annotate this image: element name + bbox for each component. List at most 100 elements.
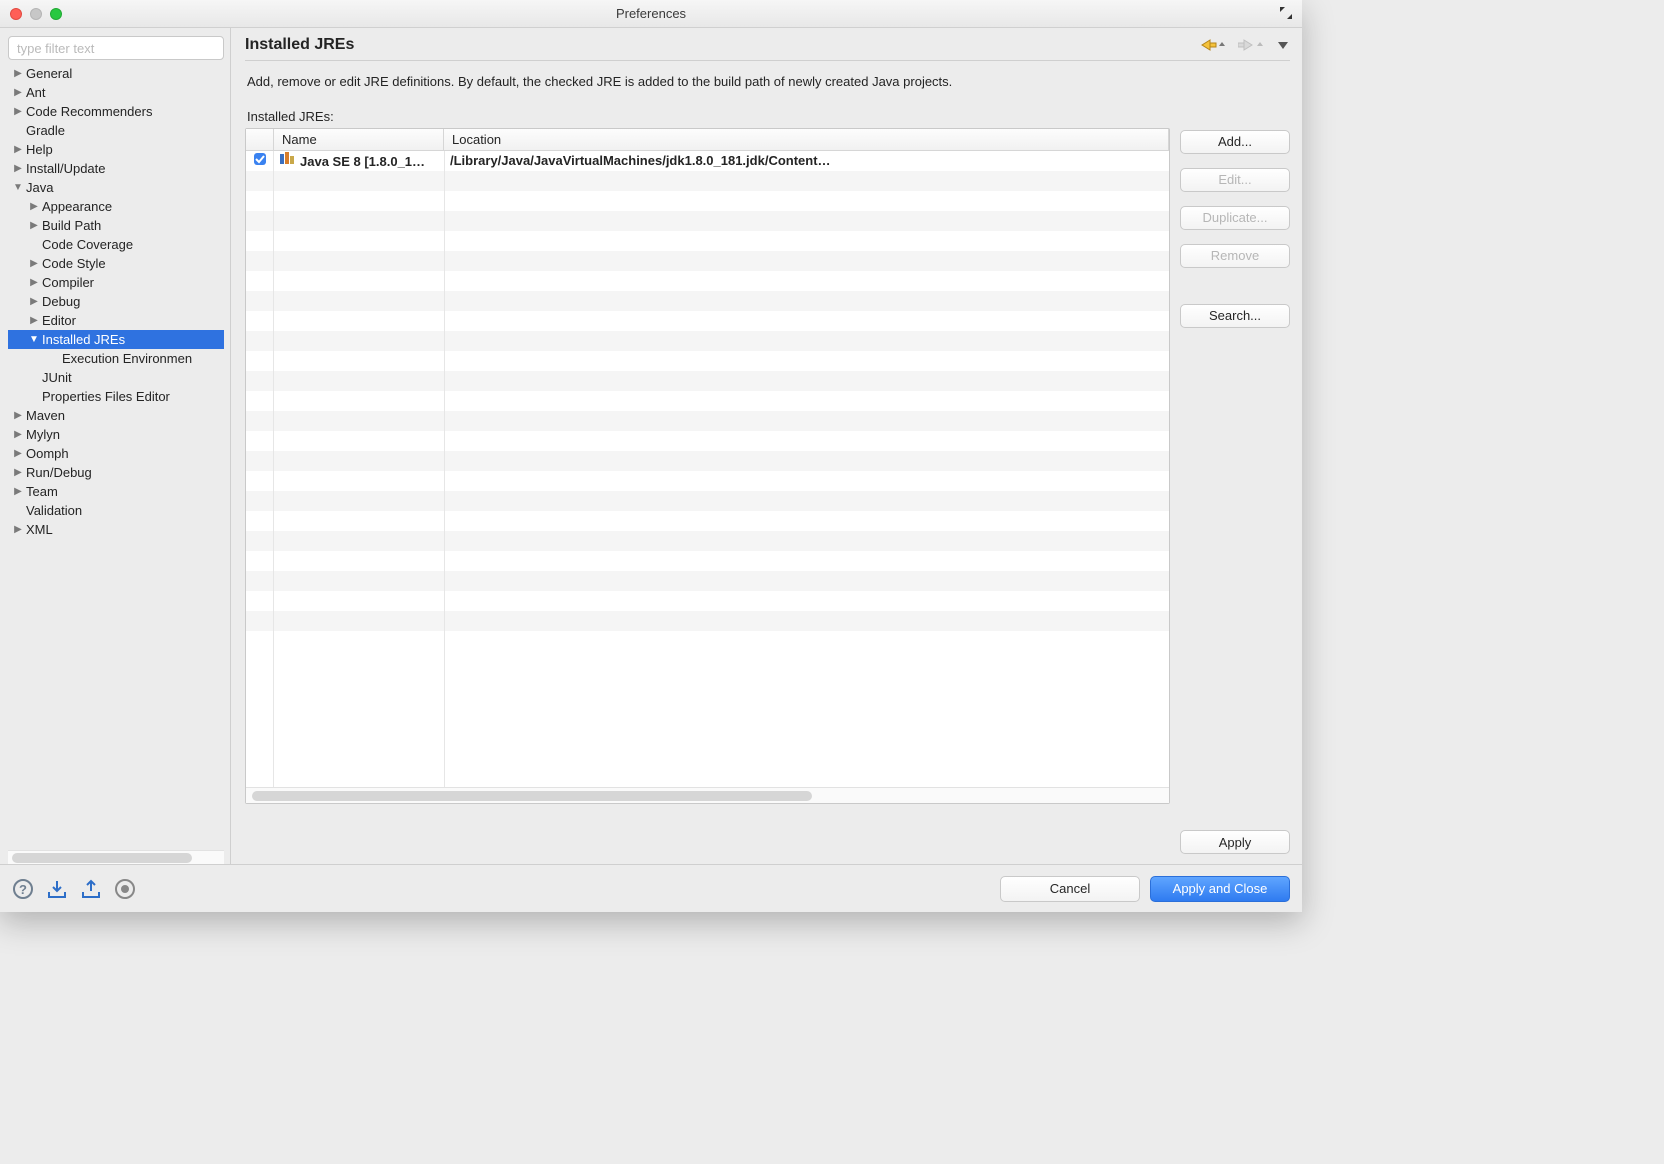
table-row xyxy=(246,611,1169,631)
tree-item-mylyn[interactable]: ▶Mylyn xyxy=(8,425,224,444)
tree-item-label: Maven xyxy=(26,406,65,425)
tree-item-run-debug[interactable]: ▶Run/Debug xyxy=(8,463,224,482)
table-row xyxy=(246,511,1169,531)
table-horizontal-scrollbar[interactable] xyxy=(246,787,1169,803)
tree-item-xml[interactable]: ▶XML xyxy=(8,520,224,539)
row-location: /Library/Java/JavaVirtualMachines/jdk1.8… xyxy=(444,153,1169,168)
row-default-checkbox[interactable] xyxy=(246,152,274,169)
tree-item-label: Code Coverage xyxy=(42,235,133,254)
table-row xyxy=(246,551,1169,571)
enter-fullscreen-icon[interactable] xyxy=(1278,5,1294,21)
sidebar-horizontal-scrollbar[interactable] xyxy=(8,850,224,864)
tree-item-oomph[interactable]: ▶Oomph xyxy=(8,444,224,463)
tree-item-build-path[interactable]: ▶Build Path xyxy=(8,216,224,235)
tree-twisty-icon[interactable]: ▶ xyxy=(12,444,24,463)
view-menu-button[interactable] xyxy=(1276,38,1290,52)
tree-twisty-icon[interactable]: ▶ xyxy=(12,64,24,83)
tree-item-label: Install/Update xyxy=(26,159,106,178)
tree-item-debug[interactable]: ▶Debug xyxy=(8,292,224,311)
table-row xyxy=(246,411,1169,431)
tree-twisty-icon[interactable]: ▶ xyxy=(28,197,40,216)
jre-icon xyxy=(280,152,296,169)
oomph-record-icon[interactable] xyxy=(114,878,136,900)
tree-twisty-icon[interactable]: ▶ xyxy=(28,292,40,311)
tree-item-label: Ant xyxy=(26,83,46,102)
table-row xyxy=(246,491,1169,511)
tree-item-junit[interactable]: JUnit xyxy=(8,368,224,387)
nav-back-button[interactable] xyxy=(1200,37,1228,53)
tree-item-label: Editor xyxy=(42,311,76,330)
tree-item-general[interactable]: ▶General xyxy=(8,64,224,83)
help-icon[interactable]: ? xyxy=(12,878,34,900)
remove-button[interactable]: Remove xyxy=(1180,244,1290,268)
column-header-check[interactable] xyxy=(246,129,274,150)
tree-twisty-icon[interactable]: ▶ xyxy=(12,463,24,482)
table-row xyxy=(246,211,1169,231)
tree-twisty-icon[interactable]: ▶ xyxy=(12,102,24,121)
tree-item-label: Help xyxy=(26,140,53,159)
table-row xyxy=(246,191,1169,211)
search-button[interactable]: Search... xyxy=(1180,304,1290,328)
table-row[interactable]: Java SE 8 [1.8.0_1…/Library/Java/JavaVir… xyxy=(246,151,1169,171)
tree-twisty-icon[interactable]: ▶ xyxy=(12,425,24,444)
table-row xyxy=(246,371,1169,391)
jre-table[interactable]: Name Location Java SE 8 [1.8.0_1…/Librar… xyxy=(245,128,1170,804)
tree-item-compiler[interactable]: ▶Compiler xyxy=(8,273,224,292)
tree-item-label: Installed JREs xyxy=(42,330,125,349)
table-row xyxy=(246,311,1169,331)
tree-item-properties-files-editor[interactable]: Properties Files Editor xyxy=(8,387,224,406)
tree-item-appearance[interactable]: ▶Appearance xyxy=(8,197,224,216)
tree-item-label: Run/Debug xyxy=(26,463,92,482)
apply-button[interactable]: Apply xyxy=(1180,830,1290,854)
edit-button[interactable]: Edit... xyxy=(1180,168,1290,192)
nav-forward-button[interactable] xyxy=(1238,37,1266,53)
tree-twisty-icon[interactable]: ▼ xyxy=(12,178,24,197)
table-row xyxy=(246,291,1169,311)
tree-item-team[interactable]: ▶Team xyxy=(8,482,224,501)
export-preferences-icon[interactable] xyxy=(80,878,102,900)
tree-item-ant[interactable]: ▶Ant xyxy=(8,83,224,102)
tree-item-code-coverage[interactable]: Code Coverage xyxy=(8,235,224,254)
table-row xyxy=(246,531,1169,551)
tree-item-code-recommenders[interactable]: ▶Code Recommenders xyxy=(8,102,224,121)
tree-item-label: Code Style xyxy=(42,254,106,273)
duplicate-button[interactable]: Duplicate... xyxy=(1180,206,1290,230)
row-name: Java SE 8 [1.8.0_1… xyxy=(274,152,444,169)
tree-item-label: Execution Environmen xyxy=(62,349,192,368)
tree-twisty-icon[interactable]: ▶ xyxy=(28,273,40,292)
column-header-location[interactable]: Location xyxy=(444,129,1169,150)
column-header-name[interactable]: Name xyxy=(274,129,444,150)
apply-and-close-button[interactable]: Apply and Close xyxy=(1150,876,1290,902)
tree-item-installed-jres[interactable]: ▼Installed JREs xyxy=(8,330,224,349)
add-button[interactable]: Add... xyxy=(1180,130,1290,154)
tree-item-editor[interactable]: ▶Editor xyxy=(8,311,224,330)
table-row xyxy=(246,171,1169,191)
tree-twisty-icon[interactable]: ▶ xyxy=(28,311,40,330)
tree-item-label: Code Recommenders xyxy=(26,102,152,121)
filter-input[interactable] xyxy=(8,36,224,60)
tree-twisty-icon[interactable]: ▶ xyxy=(28,254,40,273)
tree-twisty-icon[interactable]: ▶ xyxy=(12,140,24,159)
tree-item-java[interactable]: ▼Java xyxy=(8,178,224,197)
tree-item-label: Compiler xyxy=(42,273,94,292)
tree-item-label: Validation xyxy=(26,501,82,520)
tree-item-execution-environmen[interactable]: Execution Environmen xyxy=(8,349,224,368)
tree-twisty-icon[interactable]: ▶ xyxy=(12,406,24,425)
tree-twisty-icon[interactable]: ▼ xyxy=(28,330,40,349)
cancel-button[interactable]: Cancel xyxy=(1000,876,1140,902)
tree-twisty-icon[interactable]: ▶ xyxy=(12,83,24,102)
tree-item-maven[interactable]: ▶Maven xyxy=(8,406,224,425)
tree-item-code-style[interactable]: ▶Code Style xyxy=(8,254,224,273)
tree-twisty-icon[interactable]: ▶ xyxy=(12,482,24,501)
tree-twisty-icon[interactable]: ▶ xyxy=(28,216,40,235)
import-preferences-icon[interactable] xyxy=(46,878,68,900)
tree-item-install-update[interactable]: ▶Install/Update xyxy=(8,159,224,178)
tree-item-label: Java xyxy=(26,178,53,197)
tree-item-gradle[interactable]: Gradle xyxy=(8,121,224,140)
preferences-tree[interactable]: ▶General▶Ant▶Code RecommendersGradle▶Hel… xyxy=(8,64,224,846)
tree-twisty-icon[interactable]: ▶ xyxy=(12,520,24,539)
tree-item-help[interactable]: ▶Help xyxy=(8,140,224,159)
tree-item-validation[interactable]: Validation xyxy=(8,501,224,520)
table-row xyxy=(246,571,1169,591)
tree-twisty-icon[interactable]: ▶ xyxy=(12,159,24,178)
